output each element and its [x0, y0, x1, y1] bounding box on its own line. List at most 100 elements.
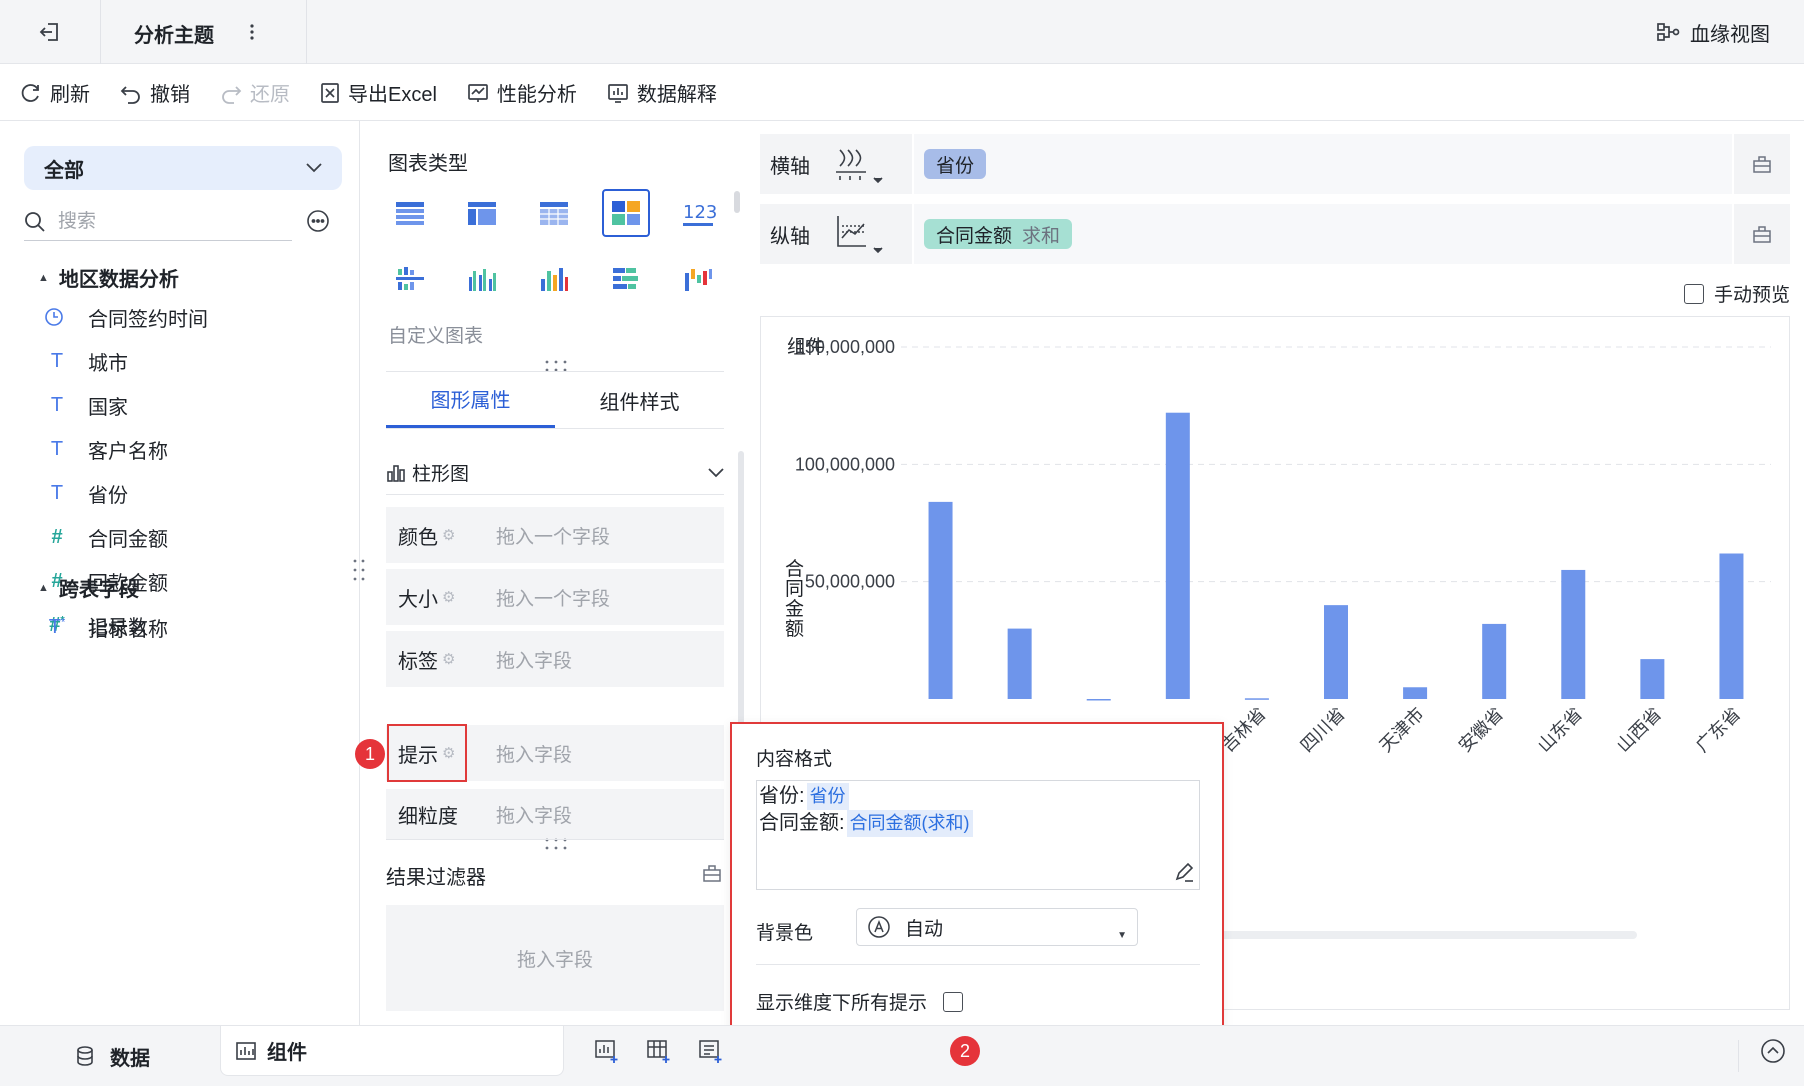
- drop-zone[interactable]: 拖入字段: [496, 801, 572, 828]
- tab-data[interactable]: 数据: [74, 1036, 150, 1076]
- field-item[interactable]: T* 指标名称: [44, 605, 168, 649]
- granularity-property-row[interactable]: 细粒度 拖入字段: [386, 789, 724, 839]
- page-title[interactable]: 分析主题: [134, 19, 214, 48]
- custom-layout-chart-icon[interactable]: [602, 189, 650, 237]
- y-axis-type-button[interactable]: [832, 212, 912, 256]
- manual-preview-toggle[interactable]: 手动预览: [1684, 280, 1790, 307]
- data-explain-label: 数据解释: [636, 84, 717, 106]
- drop-zone[interactable]: 拖入一个字段: [496, 584, 610, 611]
- drop-zone[interactable]: 拖入一个字段: [496, 522, 610, 549]
- chart-bar[interactable]: [1086, 699, 1111, 701]
- drop-zone[interactable]: 拖入字段: [496, 740, 572, 767]
- add-text-button[interactable]: [698, 1038, 724, 1064]
- scrollbar[interactable]: [734, 191, 740, 213]
- tooltip-content-editor[interactable]: 省份: 省份 合同金额: 合同金额(求和): [756, 780, 1200, 890]
- chart-subtype-dropdown[interactable]: 柱形图: [386, 451, 724, 495]
- background-color-select[interactable]: 自动 ▼: [856, 908, 1138, 946]
- tab-graphic-properties[interactable]: 图形属性: [386, 372, 555, 428]
- chart-bar[interactable]: [1719, 553, 1744, 699]
- field-item[interactable]: 合同签约时间: [44, 295, 208, 339]
- field-group-header[interactable]: ▲ 地区数据分析: [38, 263, 179, 292]
- waterfall-chart-icon[interactable]: [674, 255, 722, 303]
- chart-bar[interactable]: [1640, 659, 1665, 699]
- field-item[interactable]: T 国家: [44, 383, 208, 427]
- chart-bar[interactable]: [928, 501, 953, 699]
- drop-zone[interactable]: 拖入字段: [496, 646, 572, 673]
- label-property-row[interactable]: 标签 ⚙ 拖入字段: [386, 631, 724, 687]
- field-item[interactable]: T 客户名称: [44, 427, 208, 471]
- add-component-button[interactable]: [594, 1038, 620, 1064]
- y-axis-drop-zone[interactable]: 合同金额 求和: [912, 204, 1734, 264]
- refresh-button[interactable]: 刷新: [20, 78, 90, 107]
- gear-icon[interactable]: ⚙: [442, 526, 455, 544]
- field-item[interactable]: T 省份: [44, 471, 208, 515]
- axis-measure-icon: [837, 216, 883, 254]
- add-table-button[interactable]: [646, 1038, 672, 1064]
- more-menu-button[interactable]: [244, 18, 260, 46]
- table-chart-icon[interactable]: [386, 189, 434, 237]
- lineage-view-button[interactable]: 血缘视图: [1656, 16, 1770, 48]
- field-token[interactable]: 省份: [806, 783, 849, 810]
- y-axis-settings-button[interactable]: [1734, 224, 1790, 244]
- column-chart-icon[interactable]: [530, 255, 578, 303]
- x-axis-field-pill[interactable]: 省份: [924, 149, 987, 179]
- grouped-table-icon[interactable]: [386, 255, 434, 303]
- tooltip-line: 合同金额: 合同金额(求和): [759, 810, 1197, 837]
- filter-box-icon: [703, 865, 721, 882]
- axis-dimension-icon: [836, 149, 883, 184]
- kpi-number-icon[interactable]: 123: [674, 189, 722, 237]
- divider: [1738, 1040, 1739, 1072]
- add-text-icon: [699, 1040, 722, 1063]
- search-input[interactable]: [58, 210, 268, 233]
- refresh-label: 刷新: [50, 84, 90, 106]
- scope-dropdown[interactable]: 全部: [24, 146, 342, 190]
- crosstab-chart-icon[interactable]: [458, 189, 506, 237]
- stacked-bar-chart-icon[interactable]: [602, 255, 650, 303]
- gear-icon[interactable]: ⚙: [442, 650, 455, 668]
- edit-button[interactable]: [1173, 861, 1195, 883]
- chart-bar[interactable]: [1482, 623, 1507, 699]
- field-group-header[interactable]: ▲ 跨表字段: [38, 573, 139, 602]
- tab-component[interactable]: 组件: [220, 1026, 564, 1076]
- field-item[interactable]: # 合同金额: [44, 515, 208, 559]
- manual-preview-checkbox[interactable]: [1684, 283, 1704, 304]
- collapse-button[interactable]: [1760, 1038, 1786, 1064]
- field-item[interactable]: T 城市: [44, 339, 208, 383]
- background-color-label: 背景色: [756, 923, 814, 944]
- chart-bar[interactable]: [1165, 412, 1190, 699]
- chart-bar[interactable]: [1561, 569, 1586, 699]
- filter-drop-zone[interactable]: 拖入字段: [386, 905, 724, 1011]
- filter-settings-button[interactable]: [702, 863, 722, 883]
- field-token[interactable]: 合同金额(求和): [846, 810, 973, 837]
- chart-bar[interactable]: [1324, 605, 1348, 699]
- filter-box-icon: [1753, 156, 1771, 173]
- color-property-row[interactable]: 颜色 ⚙ 拖入一个字段: [386, 507, 724, 563]
- detail-table-icon[interactable]: [530, 189, 578, 237]
- chart-scrollbar[interactable]: [1181, 931, 1637, 939]
- more-circle-icon: [307, 210, 329, 232]
- x-axis-settings-button[interactable]: [1734, 154, 1790, 174]
- show-all-tips-option[interactable]: 显示维度下所有提示: [756, 988, 964, 1015]
- data-explain-button[interactable]: 数据解释: [607, 78, 717, 107]
- x-axis-drop-zone[interactable]: 省份: [912, 134, 1734, 194]
- more-options-button[interactable]: [306, 209, 330, 233]
- tab-component-style[interactable]: 组件样式: [555, 372, 724, 428]
- chart-type-heading: 图表类型: [388, 153, 468, 175]
- gear-icon[interactable]: ⚙: [442, 588, 455, 606]
- undo-button[interactable]: 撤销: [120, 78, 190, 107]
- y-axis-field-pill[interactable]: 合同金额 求和: [924, 219, 1073, 249]
- multi-column-chart-icon[interactable]: [458, 255, 506, 303]
- tooltip-line-label: 合同金额:: [759, 812, 845, 834]
- chart-bar[interactable]: [1403, 687, 1428, 699]
- export-excel-button[interactable]: 导出Excel: [320, 78, 437, 107]
- exit-button[interactable]: [30, 14, 70, 50]
- custom-chart-link[interactable]: 自定义图表: [388, 321, 483, 348]
- show-all-tips-checkbox[interactable]: [943, 991, 964, 1012]
- redo-button[interactable]: 还原: [220, 78, 290, 107]
- chart-bar[interactable]: [1007, 628, 1032, 699]
- text-type-icon: T: [50, 481, 64, 504]
- x-axis-type-button[interactable]: [832, 142, 912, 186]
- size-property-row[interactable]: 大小 ⚙ 拖入一个字段: [386, 569, 724, 625]
- chart-bar[interactable]: [1244, 698, 1269, 700]
- performance-analysis-button[interactable]: 性能分析: [467, 78, 577, 107]
